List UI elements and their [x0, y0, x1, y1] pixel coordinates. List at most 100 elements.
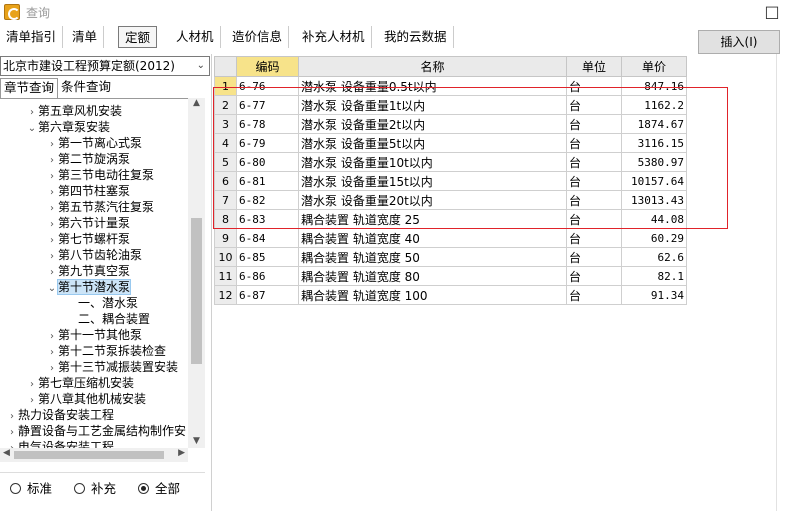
tab-list[interactable]: 清单 [66, 26, 105, 48]
scroll-right-icon[interactable]: ▶ [178, 448, 185, 458]
chevron-right-icon[interactable]: › [6, 441, 18, 448]
table-row[interactable]: 10 6-85 耦合装置 轨道宽度 50 台 62.6 [214, 247, 687, 267]
table-row[interactable]: 1 6-76 潜水泵 设备重量0.5t以内 台 847.16 [214, 76, 687, 96]
tree-item[interactable]: › 第八章其他机械安装 [26, 391, 146, 407]
cell-unit[interactable]: 台 [566, 152, 622, 172]
tab-condition-query[interactable]: 条件查询 [58, 78, 114, 98]
cell-code[interactable]: 6-87 [236, 285, 299, 305]
tab-list-guide[interactable]: 清单指引 [0, 26, 64, 48]
tree-item[interactable]: › 第七章压缩机安装 [26, 375, 134, 391]
tree-item[interactable]: › 第十三节减振装置安装 [46, 359, 178, 375]
cell-code[interactable]: 6-85 [236, 247, 299, 267]
tab-supplement[interactable]: 补充人材机 [296, 26, 372, 48]
cell-code[interactable]: 6-80 [236, 152, 299, 172]
table-row[interactable]: 9 6-84 耦合装置 轨道宽度 40 台 60.29 [214, 228, 687, 248]
column-header-code[interactable]: 编码 [236, 56, 299, 77]
table-row[interactable]: 12 6-87 耦合装置 轨道宽度 100 台 91.34 [214, 285, 687, 305]
cell-name[interactable]: 耦合装置 轨道宽度 100 [298, 285, 567, 305]
tree-horizontal-scrollbar[interactable]: ◀ ▶ [0, 448, 188, 462]
cell-code[interactable]: 6-82 [236, 190, 299, 210]
cell-unit[interactable]: 台 [566, 190, 622, 210]
cell-code[interactable]: 6-86 [236, 266, 299, 286]
cell-price[interactable]: 82.1 [621, 266, 687, 286]
table-row[interactable]: 5 6-80 潜水泵 设备重量10t以内 台 5380.97 [214, 152, 687, 172]
cell-name[interactable]: 耦合装置 轨道宽度 50 [298, 247, 567, 267]
tree-item[interactable]: › 第十二节泵拆装检查 [46, 343, 166, 359]
cell-name[interactable]: 潜水泵 设备重量2t以内 [298, 114, 567, 134]
cell-price[interactable]: 44.08 [621, 209, 687, 229]
tree-item[interactable]: › 第五章风机安装 [26, 103, 122, 119]
tab-chapter-query[interactable]: 章节查询 [0, 78, 59, 98]
table-row[interactable]: 11 6-86 耦合装置 轨道宽度 80 台 82.1 [214, 266, 687, 286]
cell-price[interactable]: 1162.2 [621, 95, 687, 115]
cell-name[interactable]: 潜水泵 设备重量1t以内 [298, 95, 567, 115]
tree-item[interactable]: › 第十一节其他泵 [46, 327, 142, 343]
cell-price[interactable]: 10157.64 [621, 171, 687, 191]
tab-quota[interactable]: 定额 [118, 26, 158, 48]
cell-unit[interactable]: 台 [566, 171, 622, 191]
table-row[interactable]: 2 6-77 潜水泵 设备重量1t以内 台 1162.2 [214, 95, 687, 115]
tab-labor-materials[interactable]: 人材机 [170, 26, 221, 48]
column-header-unit[interactable]: 单位 [566, 56, 622, 77]
insert-button[interactable]: 插入(I) [698, 30, 780, 54]
cell-unit[interactable]: 台 [566, 114, 622, 134]
tree-item[interactable]: › 静置设备与工艺金属结构制作安 [6, 423, 186, 439]
cell-name[interactable]: 耦合装置 轨道宽度 40 [298, 228, 567, 248]
tree-item[interactable]: 二、耦合装置 [78, 311, 150, 327]
cell-unit[interactable]: 台 [566, 133, 622, 153]
cell-unit[interactable]: 台 [566, 209, 622, 229]
cell-unit[interactable]: 台 [566, 285, 622, 305]
tree-item[interactable]: › 热力设备安装工程 [6, 407, 114, 423]
cell-code[interactable]: 6-79 [236, 133, 299, 153]
tab-cost-info[interactable]: 造价信息 [226, 26, 290, 48]
cell-price[interactable]: 91.34 [621, 285, 687, 305]
cell-unit[interactable]: 台 [566, 95, 622, 115]
radio-all[interactable]: 全部 [138, 481, 180, 497]
scroll-left-icon[interactable]: ◀ [3, 448, 10, 458]
tree-item[interactable]: › 第九节真空泵 [46, 263, 130, 279]
cell-price[interactable]: 60.29 [621, 228, 687, 248]
tree-item[interactable]: › 第一节离心式泵 [46, 135, 142, 151]
tree-item[interactable]: › 第四节柱塞泵 [46, 183, 130, 199]
cell-code[interactable]: 6-81 [236, 171, 299, 191]
chevron-down-icon[interactable]: ⌄ [26, 121, 38, 137]
radio-standard[interactable]: 标准 [10, 481, 52, 497]
cell-price[interactable]: 62.6 [621, 247, 687, 267]
cell-code[interactable]: 6-83 [236, 209, 299, 229]
table-row[interactable]: 8 6-83 耦合装置 轨道宽度 25 台 44.08 [214, 209, 687, 229]
tree-item[interactable]: › 第七节螺杆泵 [46, 231, 130, 247]
cell-unit[interactable]: 台 [566, 266, 622, 286]
tree-item[interactable]: › 第三节电动往复泵 [46, 167, 154, 183]
tree-item[interactable]: › 第五节蒸汽往复泵 [46, 199, 154, 215]
column-header-name[interactable]: 名称 [298, 56, 567, 77]
scroll-up-icon[interactable]: ▲ [188, 98, 205, 110]
chevron-down-icon[interactable]: ⌄ [46, 281, 58, 297]
tree-vertical-scrollbar[interactable]: ▲ ▼ [188, 98, 205, 448]
cell-name[interactable]: 潜水泵 设备重量10t以内 [298, 152, 567, 172]
panel-divider[interactable] [211, 54, 212, 511]
tree-item[interactable]: › 第八节齿轮油泵 [46, 247, 142, 263]
scroll-thumb[interactable] [14, 451, 164, 459]
cell-unit[interactable]: 台 [566, 76, 622, 96]
cell-name[interactable]: 潜水泵 设备重量0.5t以内 [298, 76, 567, 96]
tree-item[interactable]: ›电气设备安装工程 [6, 439, 114, 448]
cell-code[interactable]: 6-77 [236, 95, 299, 115]
tree-item[interactable]: › 第六节计量泵 [46, 215, 130, 231]
tree-item-selected[interactable]: ⌄ 第十节潜水泵 [46, 279, 132, 297]
cell-name[interactable]: 耦合装置 轨道宽度 80 [298, 266, 567, 286]
cell-price[interactable]: 3116.15 [621, 133, 687, 153]
cell-name[interactable]: 耦合装置 轨道宽度 25 [298, 209, 567, 229]
quota-library-select[interactable]: 北京市建设工程预算定额(2012) ⌄ [0, 56, 210, 76]
tree-item[interactable]: ⌄ 第六章泵安装 [26, 119, 110, 135]
cell-price[interactable]: 1874.67 [621, 114, 687, 134]
column-header-price[interactable]: 单价 [621, 56, 687, 77]
table-row[interactable]: 6 6-81 潜水泵 设备重量15t以内 台 10157.64 [214, 171, 687, 191]
cell-price[interactable]: 5380.97 [621, 152, 687, 172]
scroll-down-icon[interactable]: ▼ [188, 436, 205, 448]
close-icon[interactable]: □ [758, 0, 786, 24]
cell-code[interactable]: 6-84 [236, 228, 299, 248]
radio-supplement[interactable]: 补充 [74, 481, 116, 497]
cell-name[interactable]: 潜水泵 设备重量15t以内 [298, 171, 567, 191]
scroll-thumb[interactable] [191, 218, 202, 364]
cell-unit[interactable]: 台 [566, 247, 622, 267]
